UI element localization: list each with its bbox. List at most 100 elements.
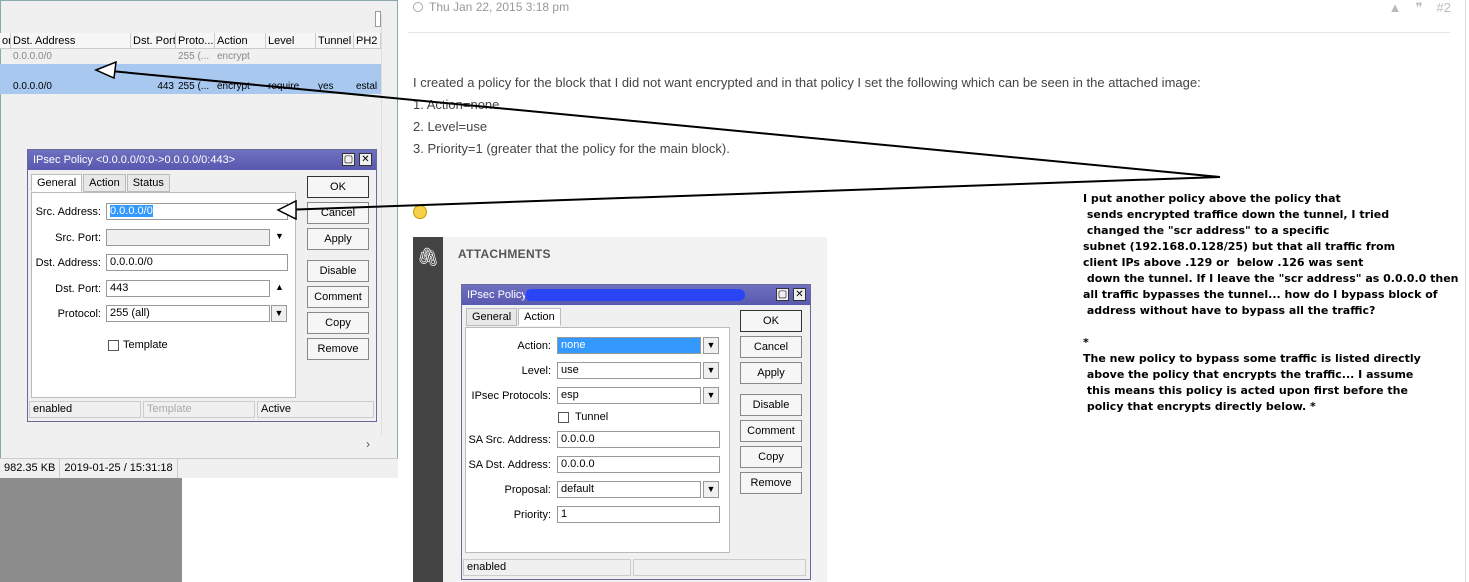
copy-button[interactable]: Copy [307,312,369,334]
status-cell [633,559,806,576]
close-icon[interactable]: ✕ [793,288,806,301]
field-label: Protocol: [57,308,101,320]
dialog-title[interactable]: IPsec Policy <0.0.0.0/0:0->0.0.0.0/0:443… [28,150,376,170]
table-row[interactable]: 0.0.0.0/0 443 255 (... encrypt require y… [0,79,381,94]
col-header[interactable]: ort [0,33,11,48]
remove-button[interactable]: Remove [307,338,369,360]
col-header[interactable]: PH2 [354,33,381,48]
clock-icon [413,2,423,12]
tab-action[interactable]: Action [83,174,126,192]
post-line: I created a policy for the block that I … [413,75,1201,90]
cancel-button[interactable]: Cancel [307,202,369,224]
col-header[interactable]: Proto... [176,33,215,48]
status-cell: Active [257,401,374,418]
field-label: Dst. Address: [35,257,101,269]
report-icon[interactable]: ▲ [1389,0,1402,16]
table-row[interactable]: 0.0.0.0/0 255 (... encrypt [0,49,381,64]
remove-button[interactable]: Remove [740,472,802,494]
table-row[interactable] [0,64,381,79]
priority-field[interactable]: 1 [557,506,720,523]
sa-src-field[interactable]: 0.0.0.0 [557,431,720,448]
background-area [0,478,182,582]
redaction-scribble [525,289,745,301]
post-line: 3. Priority=1 (greater that the policy f… [413,141,730,156]
col-header[interactable]: Level [266,33,316,48]
action-field[interactable]: none [557,337,701,354]
tab-bar: General Action [466,308,562,326]
protocol-field[interactable]: 255 (all) [106,305,270,322]
field-label: Proposal: [504,484,551,496]
tab-general[interactable]: General [31,174,83,192]
sa-dst-field[interactable]: 0.0.0.0 [557,456,720,473]
col-header[interactable]: Action [215,33,266,48]
post-actions: ▲ ❞ #2 [1389,0,1451,16]
dropdown-arrow-icon[interactable]: ▼ [703,337,719,354]
quote-icon[interactable]: ❞ [1416,0,1423,16]
checkbox-label: Template [123,339,168,351]
apply-button[interactable]: Apply [307,228,369,250]
divider [1465,0,1466,582]
dropdown-arrow-icon[interactable]: ▼ [703,362,719,379]
proposal-field[interactable]: default [557,481,701,498]
field-label: IPsec Protocols: [471,390,551,402]
disable-button[interactable]: Disable [307,260,369,282]
ok-button[interactable]: OK [307,176,369,198]
post-number[interactable]: #2 [1437,0,1451,16]
collapse-arrow-icon[interactable]: ▲ [275,282,284,292]
tab-bar: General Action Status [31,174,171,192]
copy-button[interactable]: Copy [740,446,802,468]
field-label: Src. Address: [35,206,101,218]
status-cell: Template [143,401,255,418]
col-header[interactable]: Tunnel [316,33,354,48]
table-header: ort Dst. Address Dst. Port Proto... Acti… [0,33,381,49]
tab-general[interactable]: General [466,308,518,326]
disable-button[interactable]: Disable [740,394,802,416]
src-address-field[interactable]: 0.0.0.0/0 [106,203,288,220]
col-header[interactable]: Dst. Address [11,33,131,48]
tunnel-checkbox[interactable] [558,412,569,423]
smiley-icon [413,205,427,219]
ok-button[interactable]: OK [740,310,802,332]
status-cell: enabled [29,401,141,418]
field-label: SA Src. Address: [468,434,551,446]
dst-address-field[interactable]: 0.0.0.0/0 [106,254,288,271]
close-icon[interactable]: ✕ [359,153,372,166]
chevron-right-icon[interactable]: › [366,437,370,451]
maximize-icon[interactable]: ▢ [776,288,789,301]
field-label: Level: [521,365,551,377]
field-label: Action: [517,340,551,352]
divider [408,32,1450,33]
status-cell: enabled [463,559,631,576]
field-label: SA Dst. Address: [468,459,551,471]
checkbox-label: Tunnel [575,411,609,423]
field-label: Priority: [513,509,551,521]
col-header[interactable]: Dst. Port [131,33,176,48]
template-checkbox[interactable] [108,340,119,351]
attachments-title: ATTACHMENTS [458,247,551,261]
field-label: Src. Port: [55,232,101,244]
dropdown-arrow-icon[interactable]: ▼ [703,481,719,498]
level-field[interactable]: use [557,362,701,379]
comment-button[interactable]: Comment [740,420,802,442]
tab-action[interactable]: Action [518,308,561,326]
maximize-icon[interactable]: ▢ [342,153,355,166]
post-line: 2. Level=use [413,119,488,134]
protocols-field[interactable]: esp [557,387,701,404]
post-line: 1. Action=none [413,97,500,112]
tab-status[interactable]: Status [126,174,170,192]
src-port-field[interactable] [106,229,270,246]
post-body: I created a policy for the block that I … [413,72,1413,160]
comment-button[interactable]: Comment [307,286,369,308]
status-bar: 982.35 KB 2019-01-25 / 15:31:18 [0,458,398,478]
annotation-note: I put another policy above the policy th… [1083,192,1459,413]
apply-button[interactable]: Apply [740,362,802,384]
paperclip-icon: 🖇 [413,237,443,582]
dropdown-arrow-icon[interactable]: ▼ [271,305,287,322]
vertical-scrollbar[interactable] [381,15,396,435]
post-timestamp: Thu Jan 22, 2015 3:18 pm [413,0,569,14]
dropdown-arrow-icon[interactable]: ▼ [703,387,719,404]
dst-port-field[interactable]: 443 [106,280,270,297]
field-label: Dst. Port: [55,283,101,295]
cancel-button[interactable]: Cancel [740,336,802,358]
dropdown-arrow-icon[interactable]: ▼ [275,231,284,241]
